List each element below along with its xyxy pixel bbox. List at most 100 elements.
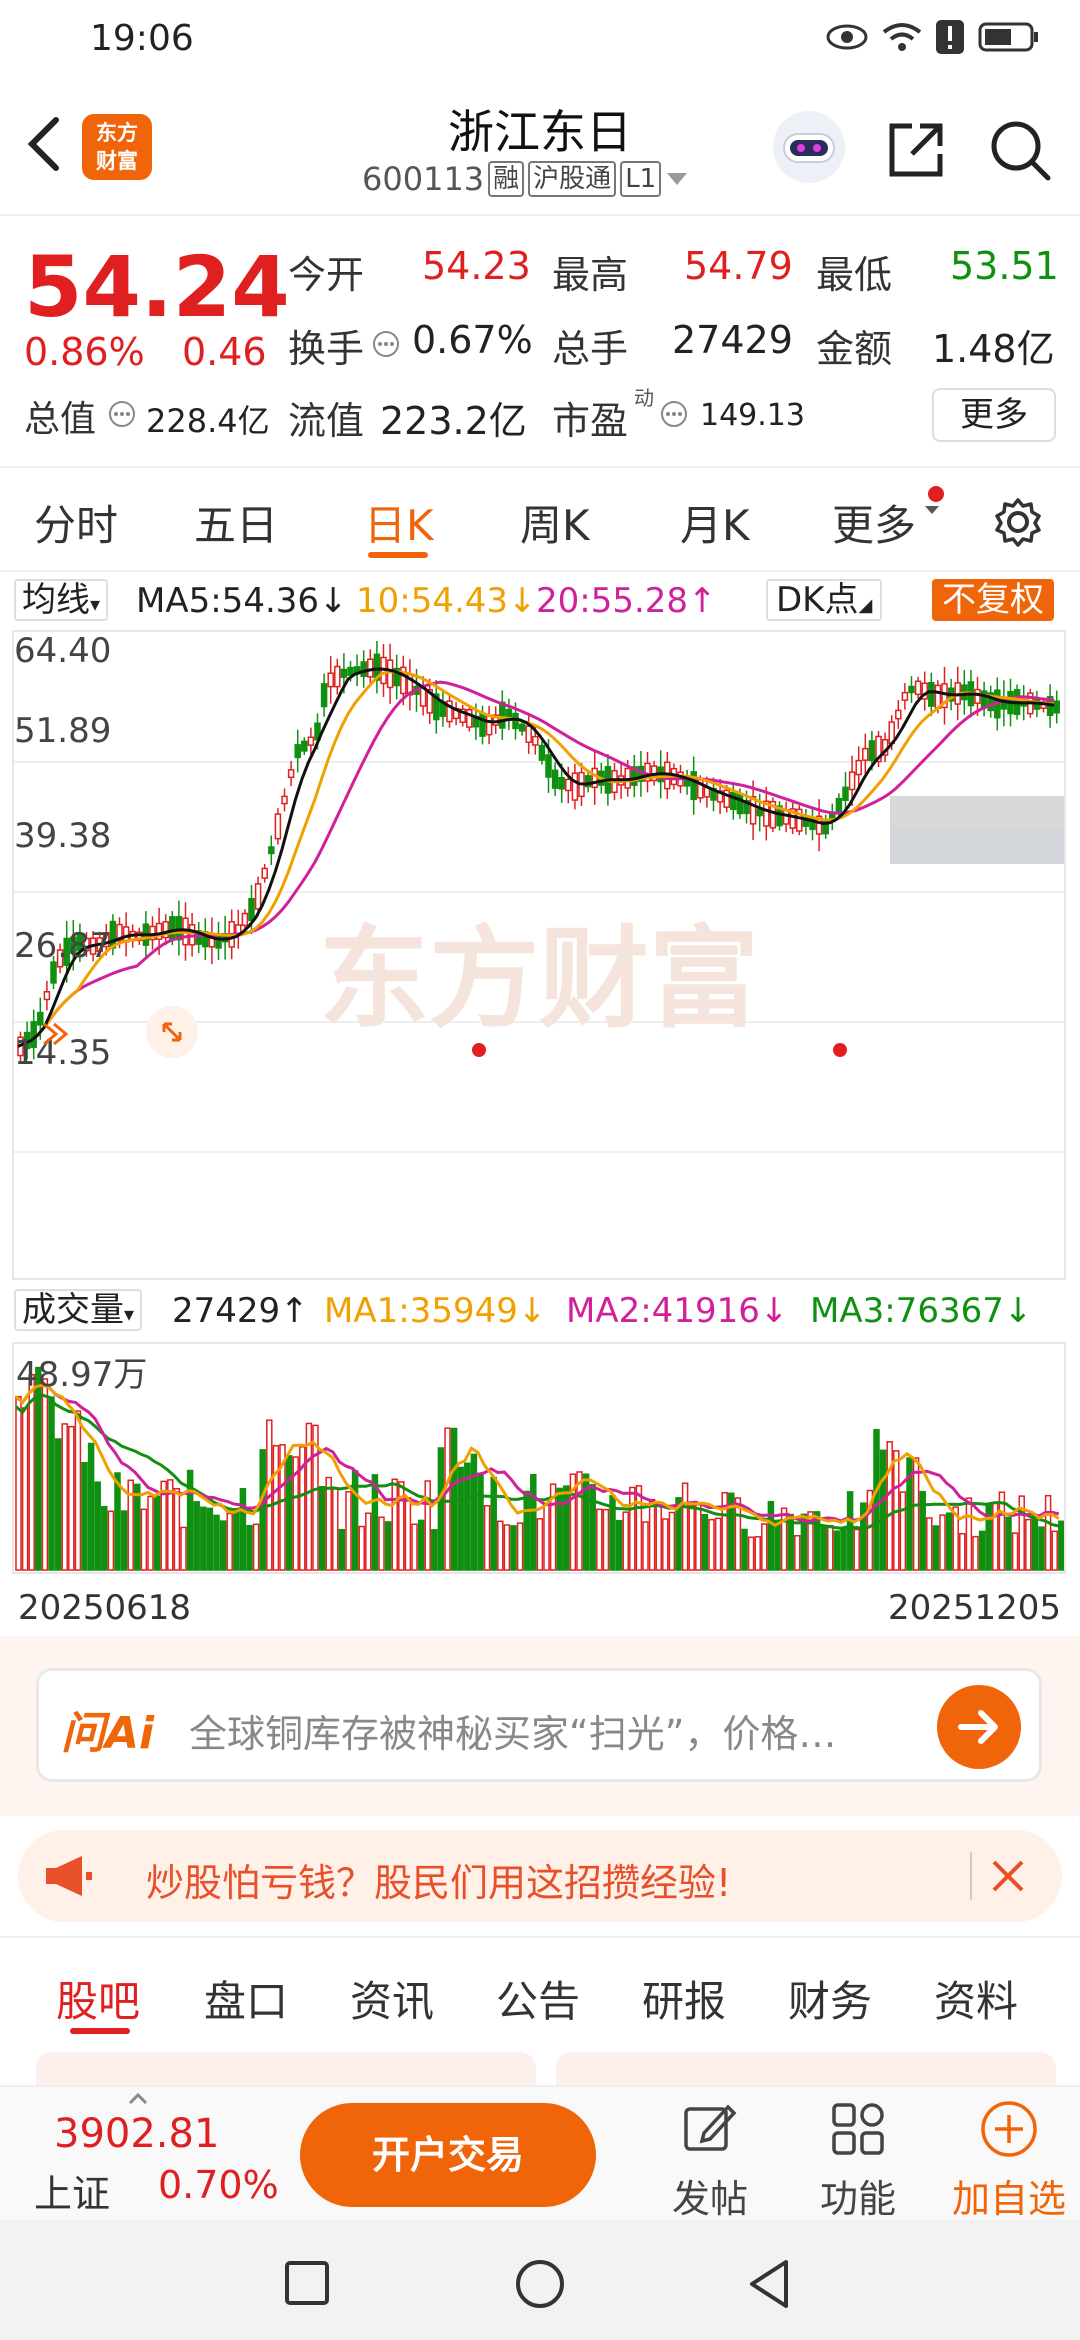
functions-button[interactable]: 功能 <box>798 2099 918 2223</box>
ma-selector[interactable]: 均线▾ <box>14 579 109 621</box>
volume-bar <box>833 1530 841 1571</box>
candle <box>908 685 915 694</box>
volume-bar <box>536 1518 544 1571</box>
volume-bar <box>345 1491 352 1571</box>
candle <box>848 771 856 791</box>
recent-apps-icon[interactable] <box>284 2260 330 2306</box>
tab-research[interactable]: 研报 <box>642 1968 726 2029</box>
ma20-value: 20:55.28↑ <box>536 581 717 621</box>
volume-bar <box>543 1504 550 1571</box>
volume-bar <box>87 1442 95 1571</box>
open-value: 54.23 <box>422 244 531 288</box>
y-label-2: 51.89 <box>14 711 111 751</box>
quote-panel: 54.24 0.86% 0.46 今开 54.23 最高 54.79 最低 53… <box>0 218 1080 468</box>
arrow-right-icon[interactable] <box>937 1685 1021 1769</box>
tab-five-day[interactable]: 五日 <box>194 492 278 553</box>
candle <box>730 791 737 811</box>
dk-button[interactable]: DK点◢ <box>766 579 883 621</box>
volume-bar <box>153 1495 161 1571</box>
add-watchlist-button[interactable]: 加自选 <box>944 2099 1074 2223</box>
event-marker[interactable] <box>833 1043 847 1057</box>
vol-ma3: MA3:76367↓ <box>810 1291 1033 1331</box>
volume-bar <box>358 1525 365 1571</box>
volume-bar <box>193 1501 200 1571</box>
gear-icon[interactable] <box>992 496 1044 548</box>
more-quote-button[interactable]: 更多 <box>932 388 1056 442</box>
candle <box>756 808 763 817</box>
volume-bar <box>523 1490 530 1571</box>
content-tabs: 股吧 盘口 资讯 公告 研报 财务 资料 <box>0 1940 1080 2040</box>
candle <box>895 709 902 720</box>
volume-bar <box>477 1472 484 1571</box>
close-icon[interactable] <box>990 1858 1026 1894</box>
volume-bar <box>94 1481 101 1571</box>
candle <box>347 666 354 676</box>
divider <box>970 1852 972 1900</box>
tab-financials[interactable]: 财务 <box>788 1968 872 2029</box>
volume-bar <box>233 1508 240 1571</box>
home-icon[interactable] <box>514 2258 566 2310</box>
candle <box>274 813 282 840</box>
candle <box>538 744 546 761</box>
adjust-button[interactable]: 不复权 <box>932 579 1054 621</box>
more-info-icon[interactable] <box>108 400 136 428</box>
volume-bar <box>272 1444 280 1571</box>
change-pct: 0.86% <box>24 330 145 374</box>
volume-bar <box>147 1495 154 1571</box>
watermark: 东方财富 <box>319 918 759 1041</box>
stock-code-row[interactable]: 600113 融 沪股通 L1 <box>362 160 689 198</box>
event-marker[interactable] <box>472 1043 486 1057</box>
ai-search-box[interactable]: 问Ai 全球铜库存被神秘买家“扫光”，价格… <box>36 1668 1042 1782</box>
divider <box>0 570 1080 572</box>
volume-bar <box>761 1523 768 1571</box>
battery-icon <box>978 22 1038 52</box>
volume-label: 总手 <box>552 327 629 371</box>
volume-bar <box>615 1519 623 1571</box>
promo-banner[interactable]: 炒股怕亏钱？股民们用这招攒经验! <box>18 1830 1062 1922</box>
volume-bar <box>318 1485 326 1571</box>
volume-bar <box>668 1511 676 1571</box>
more-info-icon[interactable] <box>372 330 400 358</box>
tab-guba[interactable]: 股吧 <box>56 1968 140 2029</box>
volume-bar <box>879 1449 887 1571</box>
tab-weekly-k[interactable]: 周K <box>520 492 590 553</box>
volume-bar <box>596 1508 603 1571</box>
more-info-icon[interactable] <box>660 400 688 428</box>
robot-assistant-icon[interactable] <box>770 108 848 186</box>
open-account-trade-button[interactable]: 开户交易 <box>300 2103 596 2207</box>
volume-chart[interactable]: 48.97万 <box>12 1342 1066 1574</box>
pe-label: 市盈 <box>552 399 629 443</box>
candle <box>855 759 862 776</box>
megaphone-icon <box>46 1856 92 1896</box>
post-button[interactable]: 发帖 <box>650 2099 770 2223</box>
tab-order-book[interactable]: 盘口 <box>204 1968 288 2029</box>
kline-chart[interactable]: 东方财富 64.40 51.89 39.38 26.87 14.35 <box>12 630 1066 1280</box>
candle <box>565 778 572 792</box>
tab-more[interactable]: 更多 <box>832 492 916 553</box>
volume-bar <box>681 1482 689 1571</box>
volume-selector[interactable]: 成交量▾ <box>14 1289 143 1331</box>
back-icon[interactable] <box>746 2258 792 2310</box>
tab-profile[interactable]: 资料 <box>934 1968 1018 2029</box>
tab-announcements[interactable]: 公告 <box>496 1968 580 2029</box>
volume-bar <box>1058 1520 1065 1571</box>
volume-bar <box>200 1506 207 1571</box>
tab-intraday[interactable]: 分时 <box>34 492 118 553</box>
tab-monthly-k[interactable]: 月K <box>680 492 750 553</box>
expand-icon[interactable] <box>146 1006 198 1058</box>
index-value[interactable]: 3902.81 <box>54 2111 219 2157</box>
kline-svg: 东方财富 64.40 51.89 39.38 26.87 14.35 <box>14 631 1066 1153</box>
search-icon[interactable] <box>988 118 1052 182</box>
tab-news[interactable]: 资讯 <box>350 1968 434 2029</box>
volume-bar <box>431 1529 438 1571</box>
candle <box>525 725 532 743</box>
candle <box>571 772 579 801</box>
caret-up-icon[interactable] <box>128 2093 148 2105</box>
tab-daily-k[interactable]: 日K <box>364 492 434 553</box>
volume-bar <box>899 1491 907 1571</box>
candle <box>261 867 268 879</box>
high-value: 54.79 <box>684 244 793 288</box>
volume-bar <box>741 1528 748 1571</box>
low-value: 53.51 <box>950 244 1059 288</box>
share-icon[interactable] <box>884 118 948 182</box>
